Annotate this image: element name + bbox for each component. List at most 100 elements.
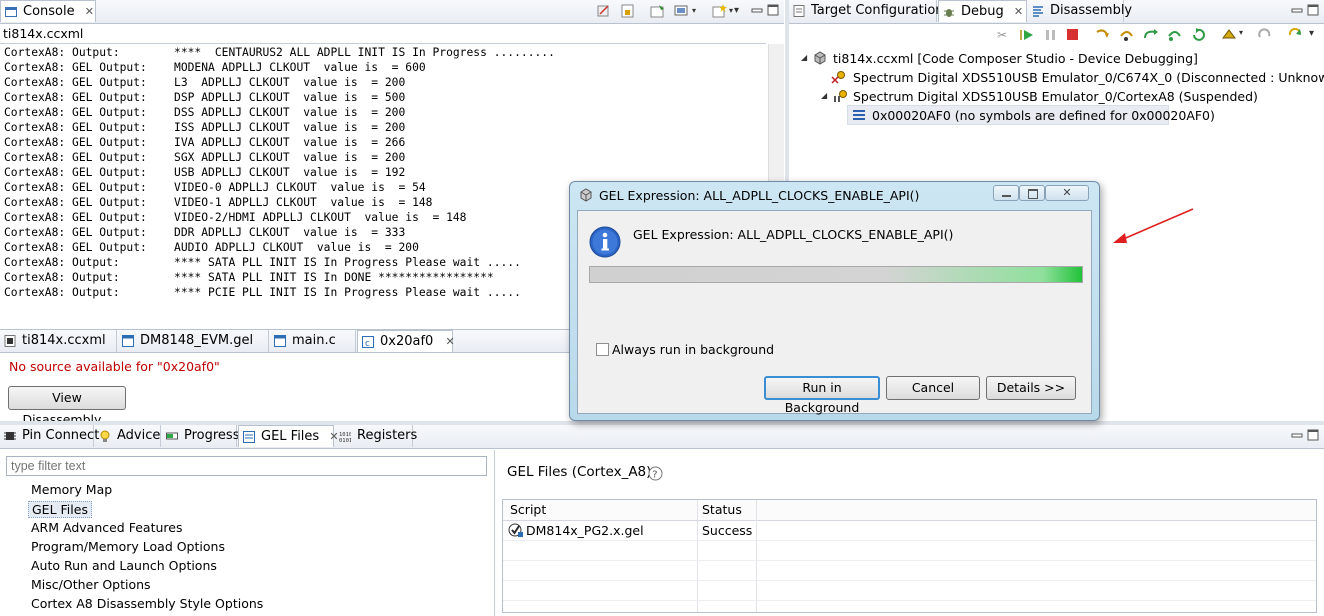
tree-item-stackframe: 0x00020AF0 (no symbols are defined for 0… — [872, 108, 1215, 123]
dialog-minimize-button[interactable] — [993, 185, 1019, 201]
dialog-close-button[interactable]: ✕ — [1045, 185, 1089, 201]
help-icon[interactable]: ? — [648, 466, 663, 481]
tree-item-c674x[interactable]: Spectrum Digital XDS510USB Emulator_0/C6… — [853, 70, 1324, 85]
tab-gel-files[interactable]: GEL Files ✕ — [238, 425, 339, 447]
tab-console[interactable]: Console ✕ — [0, 0, 96, 22]
table-header — [503, 500, 1316, 521]
clear-console-icon[interactable] — [596, 4, 612, 18]
tree-expand-icon[interactable]: ◢ — [801, 53, 807, 62]
tab-label: main.c — [292, 333, 336, 348]
dialog-body: GEL Expression: ALL_ADPLL_CLOCKS_ENABLE_… — [577, 210, 1092, 415]
tab-registers[interactable]: 1010 0101 Registers — [335, 425, 417, 447]
display-console-icon[interactable] — [674, 4, 690, 18]
resume-icon[interactable] — [1019, 28, 1035, 42]
tree-item-ccxml[interactable]: ti814x.ccxml [Code Composer Studio - Dev… — [833, 51, 1198, 66]
close-icon[interactable]: ✕ — [1014, 5, 1023, 18]
tab-debug[interactable]: Debug ✕ — [938, 0, 1027, 22]
tab-pin-connect[interactable]: Pin Connect — [0, 425, 99, 447]
c-source-icon: c — [362, 336, 374, 348]
chevron-down-icon[interactable]: ▾ — [1239, 28, 1255, 42]
console-line: CortexA8: GEL Output: IVA ADPLLJ CLKOUT … — [4, 136, 406, 149]
chevron-down-icon[interactable]: ▾ — [692, 4, 708, 18]
new-console-icon[interactable] — [712, 4, 728, 18]
dialog-app-icon — [580, 188, 592, 202]
ccxml-file-icon — [4, 335, 16, 347]
target-icon[interactable] — [1221, 28, 1237, 42]
tab-target-configurations[interactable]: Target Configurations — [789, 0, 950, 22]
close-icon[interactable]: ✕ — [85, 5, 94, 18]
tree-expand-icon[interactable]: ◢ — [821, 91, 827, 100]
sidebar-item-auto-run[interactable]: Auto Run and Launch Options — [31, 558, 217, 573]
gel-file-icon — [122, 335, 134, 347]
minimize-icon[interactable] — [1291, 4, 1307, 18]
view-menu-icon[interactable]: ▾ — [734, 4, 750, 18]
refresh-icon[interactable] — [1287, 27, 1303, 42]
tab-dm8148-gel[interactable]: DM8148_EVM.gel — [118, 330, 269, 352]
step-over-icon[interactable] — [1119, 28, 1135, 42]
registers-icon: 10100101 — [339, 432, 351, 442]
tab-advice[interactable]: Advice — [95, 425, 161, 447]
sidebar-item-gel-files[interactable]: GEL Files — [28, 501, 92, 518]
pin-console-icon[interactable] — [650, 4, 666, 18]
tab-label: Progress — [184, 428, 240, 443]
sidebar-item-arm-advanced[interactable]: ARM Advanced Features — [31, 520, 182, 535]
maximize-icon[interactable] — [767, 4, 783, 18]
column-header-script[interactable]: Script — [510, 502, 546, 517]
console-line: CortexA8: GEL Output: MODENA ADPLLJ CLKO… — [4, 61, 426, 74]
close-icon[interactable]: ✕ — [445, 335, 454, 348]
suspend-icon[interactable] — [1043, 28, 1059, 42]
view-menu-icon[interactable]: ▾ — [1309, 28, 1324, 42]
dialog-maximize-button[interactable] — [1019, 185, 1045, 201]
step-assembly-icon[interactable] — [1167, 28, 1183, 42]
suspended-target-icon — [834, 90, 847, 102]
run-in-background-button[interactable]: Run in Background — [764, 376, 880, 415]
debug-icon — [944, 9, 954, 17]
filter-input[interactable] — [6, 456, 487, 476]
sidebar-item-misc-options[interactable]: Misc/Other Options — [31, 577, 151, 592]
column-header-status[interactable]: Status — [702, 502, 742, 517]
tab-0x20af0[interactable]: c 0x20af0 ✕ — [357, 330, 455, 352]
minimize-icon — [1002, 195, 1011, 197]
console-line: CortexA8: GEL Output: DDR ADPLLJ CLKOUT … — [4, 226, 406, 239]
sidebar-item-disassembly-style[interactable]: Cortex A8 Disassembly Style Options — [31, 596, 263, 611]
console-line: CortexA8: GEL Output: SGX ADPLLJ CLKOUT … — [4, 151, 406, 164]
step-return-icon[interactable] — [1143, 28, 1159, 42]
device-icon — [814, 51, 826, 65]
tree-item-cortexa8[interactable]: Spectrum Digital XDS510USB Emulator_0/Co… — [853, 89, 1258, 104]
maximize-icon — [1028, 189, 1038, 199]
cancel-button[interactable]: Cancel — [886, 376, 980, 400]
tab-label: Pin Connect — [22, 428, 100, 443]
sidebar-item-program-memory[interactable]: Program/Memory Load Options — [31, 539, 225, 554]
tab-ti814x-ccxml[interactable]: ti814x.ccxml — [0, 330, 117, 352]
tab-label: DM8148_EVM.gel — [140, 333, 254, 348]
restart-icon[interactable] — [1257, 28, 1273, 42]
table-row — [503, 540, 1316, 561]
dialog-message: GEL Expression: ALL_ADPLL_CLOCKS_ENABLE_… — [633, 227, 954, 242]
sidebar-divider — [494, 450, 495, 616]
console-line: CortexA8: Output: **** CENTAURUS2 ALL AD… — [4, 46, 555, 59]
tab-label: Debug — [961, 4, 1004, 19]
console-line: CortexA8: Output: **** SATA PLL INIT IS … — [4, 256, 521, 269]
disconnect-icon[interactable]: ✂ — [997, 28, 1013, 42]
tab-disassembly[interactable]: Disassembly — [1028, 0, 1132, 22]
maximize-icon[interactable] — [1307, 4, 1323, 18]
minimize-icon[interactable] — [1291, 429, 1307, 443]
scroll-lock-icon[interactable] — [620, 4, 636, 18]
step-into-icon[interactable] — [1095, 28, 1111, 42]
minimize-icon[interactable] — [751, 4, 767, 18]
disconnected-target-icon — [831, 71, 845, 84]
view-disassembly-button[interactable]: View Disassembly... — [8, 386, 126, 427]
tab-progress[interactable]: Progress — [162, 425, 240, 447]
reset-icon[interactable] — [1191, 28, 1207, 42]
sidebar-item-memory-map[interactable]: Memory Map — [31, 482, 112, 497]
always-background-checkbox[interactable] — [596, 343, 609, 356]
stack-frame-icon — [853, 110, 865, 120]
tab-main-c[interactable]: main.c — [270, 330, 356, 352]
maximize-icon[interactable] — [1307, 429, 1323, 443]
terminate-icon[interactable] — [1065, 28, 1081, 42]
gel-files-icon — [243, 431, 255, 443]
lightbulb-icon — [100, 430, 110, 442]
arrow-icon — [1113, 208, 1194, 243]
details-button[interactable]: Details >> — [986, 376, 1076, 400]
pin-connect-icon — [4, 432, 16, 440]
